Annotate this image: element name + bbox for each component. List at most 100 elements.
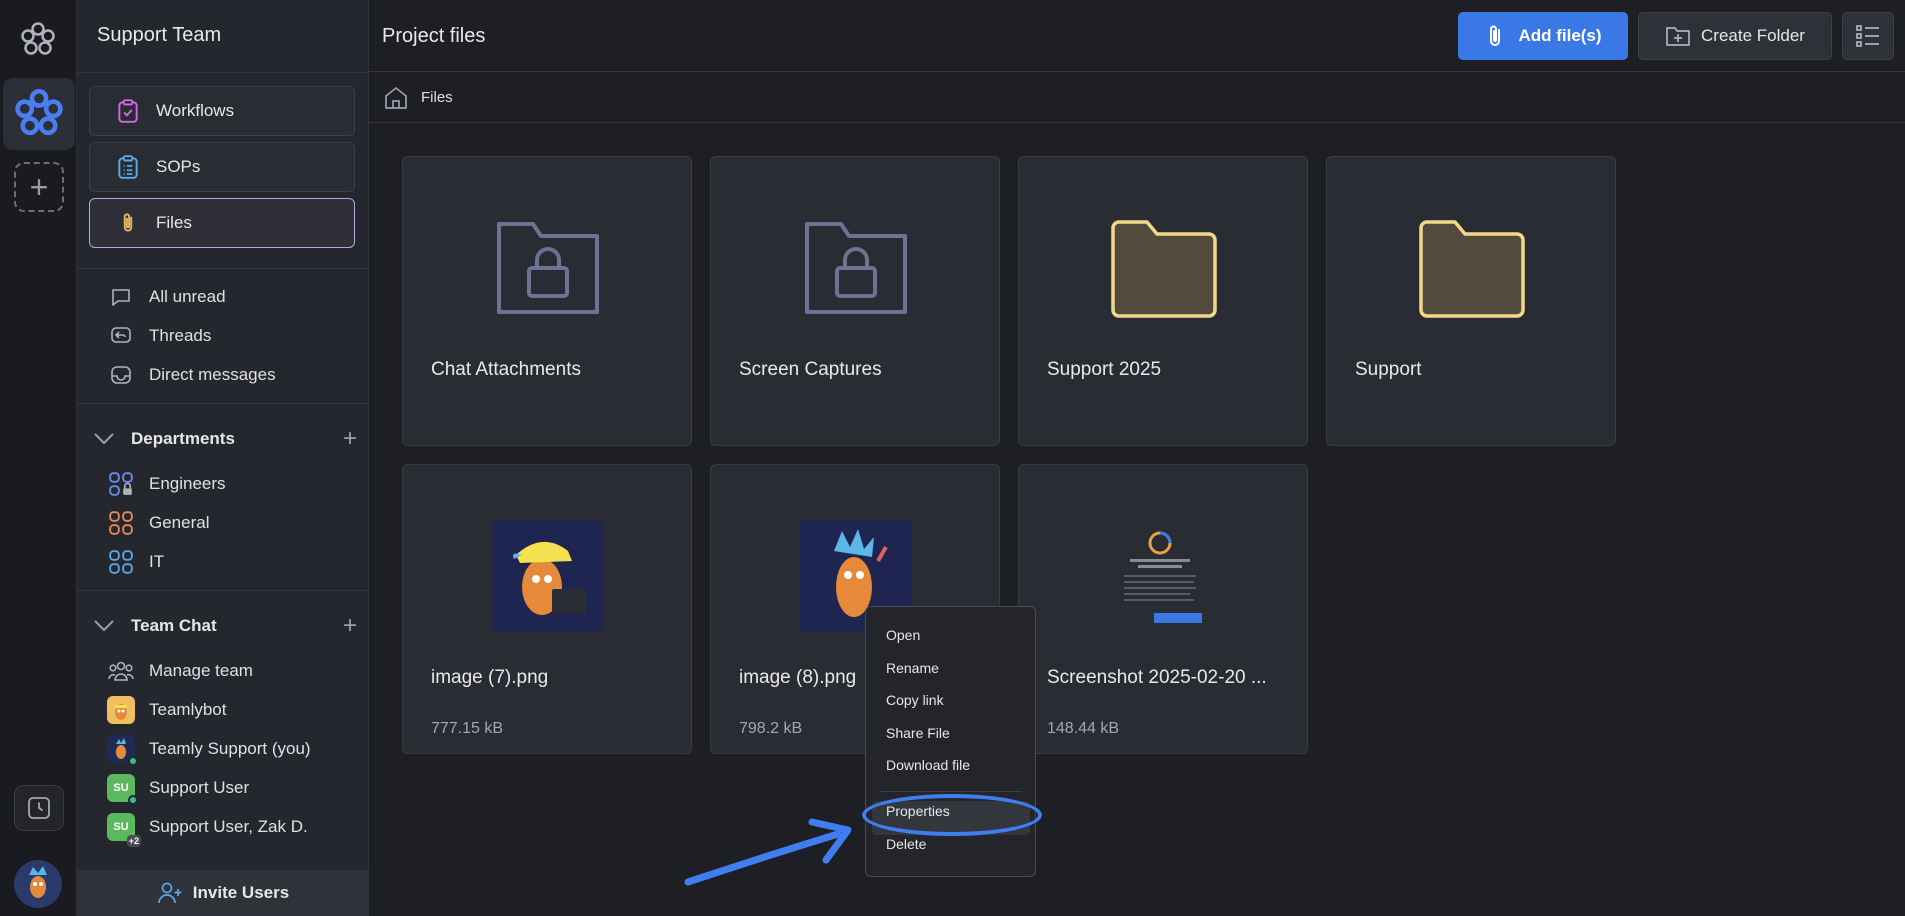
workspace-logo-icon	[15, 88, 63, 136]
nav-files[interactable]: Files	[89, 198, 355, 248]
menu-copy-link[interactable]: Copy link	[886, 692, 944, 708]
menu-open[interactable]: Open	[886, 627, 920, 643]
department-it-label: IT	[149, 552, 165, 571]
chat-support-user[interactable]: SU Support User	[107, 774, 250, 805]
group-avatar: SU +2	[107, 813, 141, 847]
direct-messages-label: Direct messages	[149, 365, 276, 384]
folder-icon	[1019, 213, 1309, 323]
direct-messages-item[interactable]: Direct messages	[107, 361, 276, 389]
file-size: 148.44 kB	[1047, 720, 1120, 737]
avatar-initials: SU	[113, 821, 129, 833]
folder-card[interactable]: Chat Attachments	[402, 156, 692, 446]
department-engineers[interactable]: Engineers	[107, 470, 226, 498]
menu-download-file[interactable]: Download file	[886, 757, 970, 773]
folder-name: Support	[1355, 359, 1422, 380]
department-it[interactable]: IT	[107, 548, 164, 576]
chat-bubble-icon	[107, 283, 135, 311]
invite-users-label: Invite Users	[192, 883, 290, 902]
divider	[77, 72, 369, 73]
chevron-down-icon	[89, 432, 119, 446]
file-size: 798.2 kB	[739, 720, 803, 737]
chat-teamly-support[interactable]: Teamly Support (you)	[107, 735, 311, 766]
departments-header[interactable]: Departments +	[89, 424, 357, 454]
list-view-button[interactable]	[1842, 12, 1894, 60]
paperclip-icon	[1484, 23, 1506, 49]
nav-workflows[interactable]: Workflows	[89, 86, 355, 136]
teamlybot-label: Teamlybot	[149, 700, 227, 719]
member-count-badge: +2	[126, 835, 141, 847]
menu-delete[interactable]: Delete	[886, 836, 926, 852]
breadcrumb-current[interactable]: Files	[421, 89, 453, 106]
support-user-label: Support User	[149, 778, 250, 797]
screenshot-thumbnail	[1019, 521, 1309, 631]
divider	[77, 590, 369, 591]
team-chat-title: Team Chat	[131, 616, 217, 635]
threads-icon	[107, 322, 135, 350]
user-avatar[interactable]	[14, 860, 62, 908]
all-unread-label: All unread	[149, 287, 226, 306]
clipboard-check-icon	[114, 97, 142, 125]
annotation-arrow-icon	[684, 818, 852, 886]
threads-item[interactable]: Threads	[107, 322, 211, 350]
group-icon	[107, 548, 135, 576]
nav-workflows-label: Workflows	[156, 101, 235, 120]
all-unread-item[interactable]: All unread	[107, 283, 226, 311]
user-avatar	[107, 735, 138, 766]
image-thumbnail	[403, 521, 693, 631]
chat-teamlybot[interactable]: Teamlybot	[107, 696, 226, 724]
online-status-icon	[128, 756, 138, 766]
teamly-support-label: Teamly Support (you)	[149, 739, 311, 758]
file-name: image (8).png	[739, 667, 857, 688]
file-size: 777.15 kB	[431, 720, 504, 737]
folder-card[interactable]: Support	[1326, 156, 1616, 446]
team-chat-header[interactable]: Team Chat +	[89, 611, 357, 641]
home-icon[interactable]	[383, 85, 409, 111]
invite-users-button[interactable]: Invite Users	[77, 870, 369, 916]
user-plus-icon	[157, 881, 183, 905]
folder-plus-icon	[1665, 25, 1691, 47]
department-engineers-label: Engineers	[149, 474, 226, 493]
file-name: image (7).png	[431, 667, 549, 688]
history-button[interactable]	[14, 785, 64, 831]
group-lock-icon	[107, 470, 135, 498]
clock-icon	[28, 797, 50, 819]
menu-divider	[880, 791, 1022, 792]
workspace-support-team[interactable]	[3, 78, 75, 150]
app-rail: +	[0, 0, 77, 916]
menu-rename[interactable]: Rename	[886, 660, 939, 676]
departments-title: Departments	[131, 429, 235, 448]
department-general[interactable]: General	[107, 509, 209, 537]
file-card[interactable]: Screenshot 2025-02-20 ... 148.44 kB	[1018, 464, 1308, 754]
main-header: Project files Add file(s) Create Folder	[369, 0, 1905, 72]
list-view-icon	[1856, 25, 1879, 47]
add-workspace-button[interactable]: +	[14, 162, 64, 212]
online-status-icon	[128, 795, 138, 805]
folder-icon	[1327, 213, 1617, 323]
nav-sops-label: SOPs	[156, 157, 201, 176]
manage-team-label: Manage team	[149, 661, 253, 680]
add-department-button[interactable]: +	[343, 425, 357, 453]
app-logo-icon[interactable]	[18, 20, 58, 60]
group-icon	[107, 509, 135, 537]
initials-avatar: SU	[107, 774, 138, 805]
threads-label: Threads	[149, 326, 212, 345]
folder-card[interactable]: Support 2025	[1018, 156, 1308, 446]
folder-name: Chat Attachments	[431, 359, 581, 380]
create-folder-label: Create Folder	[1701, 26, 1805, 45]
nav-files-label: Files	[156, 213, 192, 232]
bot-avatar	[107, 696, 135, 724]
menu-share-file[interactable]: Share File	[886, 725, 950, 741]
file-card[interactable]: image (7).png 777.15 kB	[402, 464, 692, 754]
chat-support-user-zak[interactable]: SU +2 Support User, Zak D.	[107, 813, 308, 847]
avatar-initials: SU	[113, 782, 129, 794]
highlight-ellipse	[862, 794, 1042, 836]
add-chat-button[interactable]: +	[343, 612, 357, 640]
manage-team-item[interactable]: Manage team	[107, 657, 253, 685]
add-files-button[interactable]: Add file(s)	[1458, 12, 1628, 60]
team-name: Support Team	[97, 24, 222, 46]
context-menu: Open Rename Copy link Share File Downloa…	[865, 606, 1036, 877]
folder-card[interactable]: Screen Captures	[710, 156, 1000, 446]
nav-sops[interactable]: SOPs	[89, 142, 355, 192]
support-user-zak-label: Support User, Zak D.	[149, 817, 308, 836]
create-folder-button[interactable]: Create Folder	[1638, 12, 1832, 60]
